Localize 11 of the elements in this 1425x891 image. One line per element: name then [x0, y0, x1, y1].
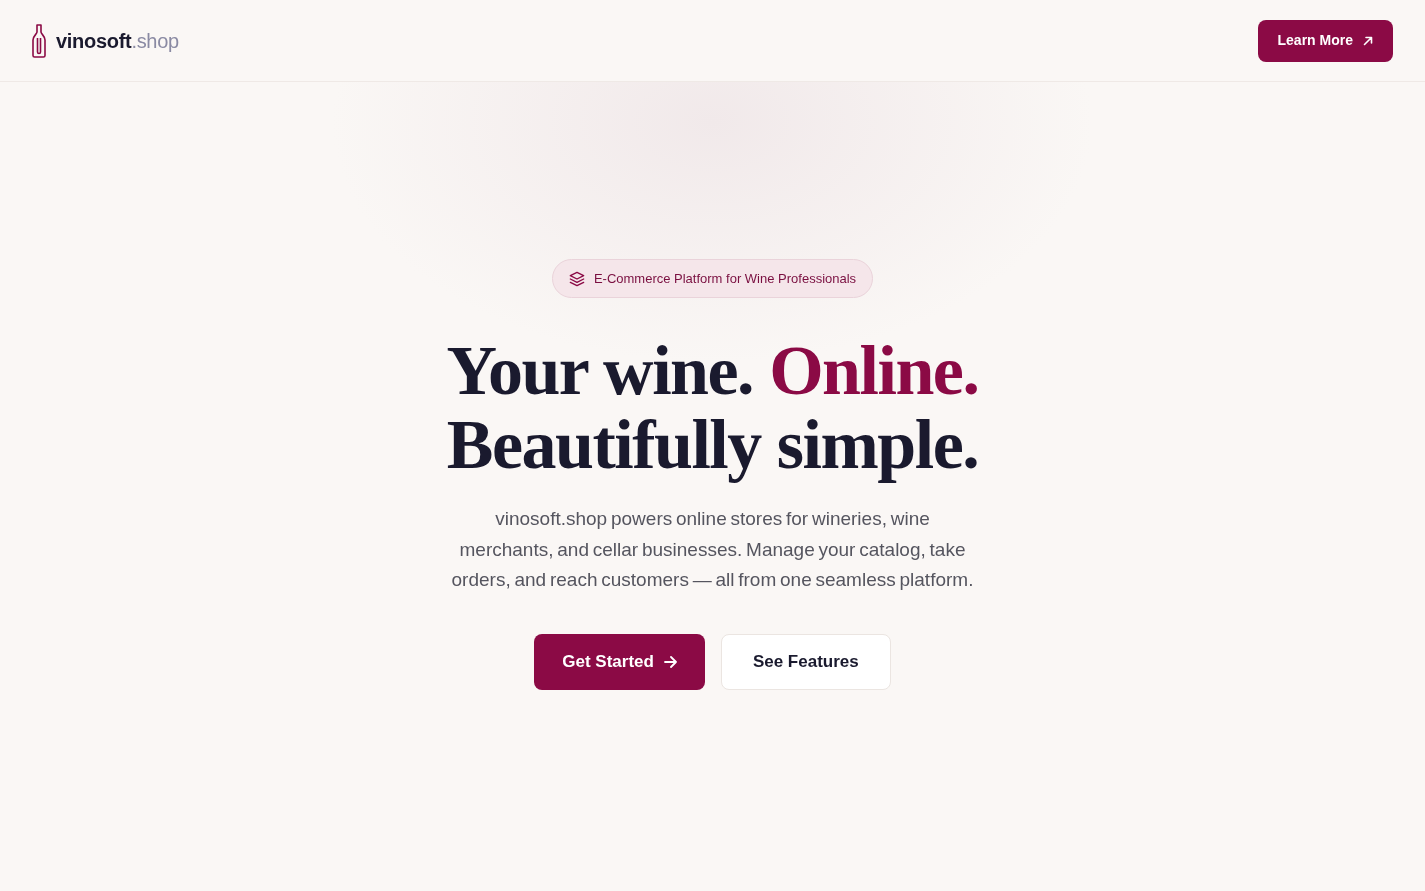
- get-started-button[interactable]: Get Started: [534, 633, 705, 690]
- learn-more-button[interactable]: Learn More: [1257, 19, 1393, 62]
- wine-bottle-icon: [32, 23, 46, 58]
- layers-icon: [568, 270, 585, 287]
- arrow-right-icon: [663, 655, 677, 668]
- arrow-up-right-icon: [1363, 35, 1373, 46]
- see-features-button[interactable]: See Features: [720, 633, 891, 690]
- hero-description: vinosoft.shop powers online stores for wineries, wine merchants, and cellar businesses. Manage your catalog, take orders, and reach customers — all from one seamless platform.: [450, 507, 975, 592]
- logo-text[interactable]: vinosoft.shop: [56, 25, 179, 56]
- hero-headline: Your wine. Online. Beautifully simple.: [446, 334, 979, 482]
- category-badge: E-Commerce Platform for Wine Professionals: [551, 259, 874, 298]
